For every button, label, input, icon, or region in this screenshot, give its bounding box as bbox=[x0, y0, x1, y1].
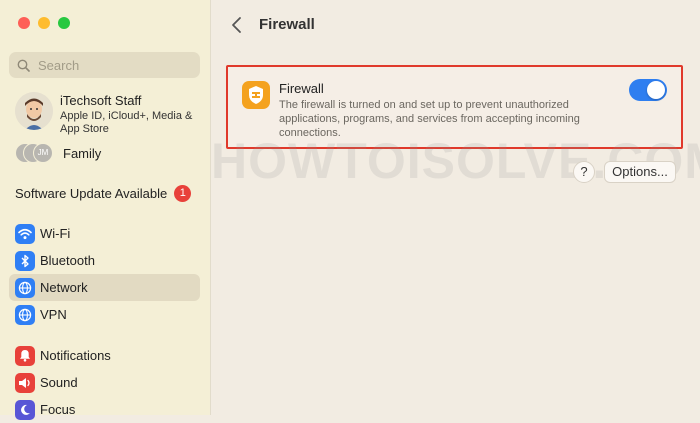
sidebar-item-label: Wi-Fi bbox=[40, 226, 71, 241]
window-controls bbox=[18, 17, 70, 29]
toggle-knob bbox=[647, 81, 665, 99]
sidebar-nav-group-network: Wi-Fi Bluetooth Network VPN bbox=[9, 220, 200, 328]
sidebar-item-label: Network bbox=[40, 280, 88, 295]
sidebar-item-label: Bluetooth bbox=[40, 253, 95, 268]
avatar bbox=[15, 92, 53, 130]
globe-icon bbox=[15, 304, 35, 325]
update-count-badge: 1 bbox=[174, 185, 192, 202]
minimize-window-button[interactable] bbox=[38, 17, 50, 29]
sidebar: iTechsoft Staff Apple ID, iCloud+, Media… bbox=[0, 0, 211, 420]
help-button[interactable]: ? bbox=[573, 161, 595, 183]
sidebar-item-sound[interactable]: Sound bbox=[9, 369, 200, 396]
sidebar-item-vpn[interactable]: VPN bbox=[9, 301, 200, 328]
shield-icon bbox=[242, 81, 270, 109]
speaker-icon bbox=[15, 372, 35, 393]
wifi-icon bbox=[15, 223, 35, 244]
globe-icon bbox=[15, 277, 35, 298]
sidebar-item-label: VPN bbox=[40, 307, 67, 322]
search-icon bbox=[17, 59, 30, 72]
family-avatars: JM bbox=[15, 143, 59, 163]
sidebar-item-label: Notifications bbox=[40, 348, 111, 363]
family-avatar-initials: JM bbox=[33, 143, 53, 163]
sidebar-item-network[interactable]: Network bbox=[9, 274, 200, 301]
sidebar-item-notifications[interactable]: Notifications bbox=[9, 342, 200, 369]
chevron-left-icon bbox=[232, 17, 241, 33]
close-window-button[interactable] bbox=[18, 17, 30, 29]
family-item[interactable]: JM Family bbox=[15, 143, 101, 163]
search-input[interactable] bbox=[36, 56, 190, 74]
account-name: iTechsoft Staff bbox=[60, 93, 142, 108]
sidebar-item-label: Sound bbox=[40, 375, 78, 390]
back-button[interactable] bbox=[229, 15, 245, 35]
sidebar-item-bluetooth[interactable]: Bluetooth bbox=[9, 247, 200, 274]
bluetooth-icon bbox=[15, 250, 35, 271]
sidebar-item-focus[interactable]: Focus bbox=[9, 396, 200, 423]
zoom-window-button[interactable] bbox=[58, 17, 70, 29]
search-field[interactable] bbox=[9, 52, 200, 78]
software-update-item[interactable]: Software Update Available 1 bbox=[15, 185, 192, 202]
firewall-toggle[interactable] bbox=[629, 79, 667, 101]
page-title: Firewall bbox=[259, 16, 315, 33]
family-label: Family bbox=[63, 145, 102, 161]
account-subtitle: Apple ID, iCloud+, Media & App Store bbox=[60, 110, 193, 135]
sidebar-item-wifi[interactable]: Wi-Fi bbox=[9, 220, 200, 247]
firewall-title: Firewall bbox=[279, 81, 324, 96]
options-button[interactable]: Options... bbox=[604, 161, 676, 183]
sidebar-nav-group-system: Notifications Sound Focus bbox=[9, 342, 200, 423]
main-pane: Firewall Firewall The firewall is turned… bbox=[211, 0, 700, 415]
software-update-label: Software Update Available bbox=[15, 186, 168, 201]
moon-icon bbox=[15, 399, 35, 420]
bell-icon bbox=[15, 345, 35, 366]
apple-id-account[interactable]: iTechsoft Staff Apple ID, iCloud+, Media… bbox=[15, 92, 200, 136]
